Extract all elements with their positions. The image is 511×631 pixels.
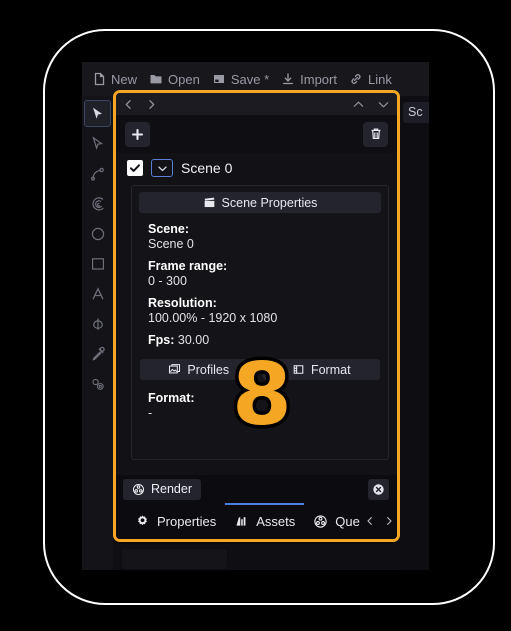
scene-properties-list: Scene: Scene 0 Frame range: 0 - 300 Reso… <box>139 213 381 347</box>
fps-key-label: Fps: <box>148 333 175 347</box>
tool-select-arrow[interactable] <box>84 100 111 127</box>
tab-next-chevron-right-icon[interactable] <box>384 516 394 526</box>
fps-value-label: 30.00 <box>177 333 210 347</box>
right-side-panel: Sc <box>400 96 429 570</box>
tab-properties[interactable]: Properties <box>126 503 225 539</box>
chevron-down-icon <box>157 165 167 171</box>
scene-value-label: Scene 0 <box>148 237 194 251</box>
tool-spiral[interactable] <box>84 190 111 217</box>
right-panel-tab[interactable]: Sc <box>403 102 429 123</box>
chevron-down-icon[interactable] <box>377 98 390 111</box>
render-button[interactable]: Render <box>123 478 201 500</box>
link-chain-icon <box>349 72 363 86</box>
panel-nav-right-group <box>352 98 390 111</box>
toolbar-item-open[interactable]: Open <box>143 69 206 90</box>
plus-icon <box>131 128 144 140</box>
profiles-button-label: Profiles <box>187 362 230 377</box>
tool-pen-path[interactable] <box>84 160 111 187</box>
new-file-icon <box>92 72 106 86</box>
film-reel-icon <box>132 483 145 495</box>
format-button-label: Format <box>310 362 351 377</box>
scene-expand-dropdown[interactable] <box>151 159 173 177</box>
import-download-icon <box>281 72 295 86</box>
text-a-icon <box>90 286 106 302</box>
chevron-up-icon[interactable] <box>352 98 365 111</box>
scene-properties-button[interactable]: Scene Properties <box>139 192 381 213</box>
tool-eyedropper[interactable] <box>84 340 111 367</box>
folder-open-icon <box>149 72 163 86</box>
toolbar-item-import-label: Import <box>300 71 337 87</box>
toolbar-item-save[interactable]: Save * <box>206 69 275 90</box>
panel-tab-bar: Properties Assets Que <box>116 503 397 539</box>
frame-range-key-label: Frame range: <box>148 259 228 273</box>
tool-nodes[interactable] <box>84 370 111 397</box>
scene-properties-button-label: Scene Properties <box>221 195 318 210</box>
toolbar-item-import[interactable]: Import <box>275 69 343 90</box>
render-bar: Render <box>116 475 397 503</box>
background-residue-button <box>122 549 227 569</box>
tool-no-fill[interactable] <box>84 310 111 337</box>
bar-chart-icon <box>236 516 246 526</box>
close-circle-icon <box>373 483 384 495</box>
tool-direct-select[interactable] <box>84 130 111 157</box>
tool-rail <box>82 96 113 570</box>
app-screen: New Open Save * Import Link Sc Scene 0 S… <box>82 62 429 570</box>
no-fill-slash-icon <box>90 316 106 332</box>
film-strip-icon <box>293 365 304 374</box>
trash-icon <box>371 128 380 139</box>
scene-enabled-checkbox[interactable] <box>127 160 143 176</box>
checkmark-icon <box>130 164 140 172</box>
toolbar-item-link-label: Link <box>367 71 392 87</box>
ellipse-icon <box>90 226 106 242</box>
profiles-image-icon <box>169 364 181 374</box>
step-number-badge: 8 <box>229 345 296 445</box>
tab-assets[interactable]: Assets <box>225 503 305 539</box>
clapperboard-icon <box>204 197 214 208</box>
tool-rectangle[interactable] <box>84 250 111 277</box>
film-reel-icon <box>314 514 327 528</box>
direct-select-arrow-icon <box>90 136 105 151</box>
save-disk-icon <box>212 72 226 86</box>
frame-range-value-label: 0 - 300 <box>148 274 187 288</box>
rectangle-icon <box>90 256 106 272</box>
scene-row[interactable]: Scene 0 <box>116 153 397 183</box>
tool-text[interactable] <box>84 280 111 307</box>
background-panel-residue <box>113 544 400 570</box>
pen-path-icon <box>90 166 106 182</box>
tab-overflow-nav <box>365 516 394 526</box>
resolution-value-label: 100.00% - 1920 x 1080 <box>148 311 278 325</box>
toolbar-item-open-label: Open <box>168 71 200 87</box>
close-panel-button[interactable] <box>368 478 389 500</box>
tab-queue[interactable]: Que <box>304 503 369 539</box>
scene-panel: Scene 0 Scene Properties Scene: Scene 0 … <box>113 90 400 542</box>
eyedropper-icon <box>90 346 106 362</box>
panel-nav-header <box>116 93 397 115</box>
select-arrow-icon <box>90 106 105 121</box>
resolution-key-label: Resolution: <box>148 296 217 310</box>
toolbar-item-new[interactable]: New <box>86 69 143 90</box>
chevron-right-icon[interactable] <box>146 99 157 110</box>
toolbar-item-link[interactable]: Link <box>343 69 398 90</box>
nodes-double-circle-icon <box>90 376 106 392</box>
toolbar-item-save-label: Save * <box>230 71 270 87</box>
toolbar-item-new-label: New <box>111 71 138 87</box>
delete-scene-button[interactable] <box>363 121 388 147</box>
gear-icon <box>138 514 147 525</box>
tab-properties-label: Properties <box>157 513 217 529</box>
scene-key-label: Scene: <box>148 222 189 236</box>
tab-queue-label: Que <box>335 513 360 529</box>
panel-nav-left-group <box>123 99 157 110</box>
tool-ellipse[interactable] <box>84 220 111 247</box>
chevron-left-icon[interactable] <box>123 99 134 110</box>
scene-name-label: Scene 0 <box>181 160 233 176</box>
panel-action-row <box>116 115 397 153</box>
render-button-label: Render <box>151 482 192 496</box>
tab-assets-label: Assets <box>256 513 296 529</box>
spiral-icon <box>90 196 106 212</box>
add-scene-button[interactable] <box>125 121 150 147</box>
